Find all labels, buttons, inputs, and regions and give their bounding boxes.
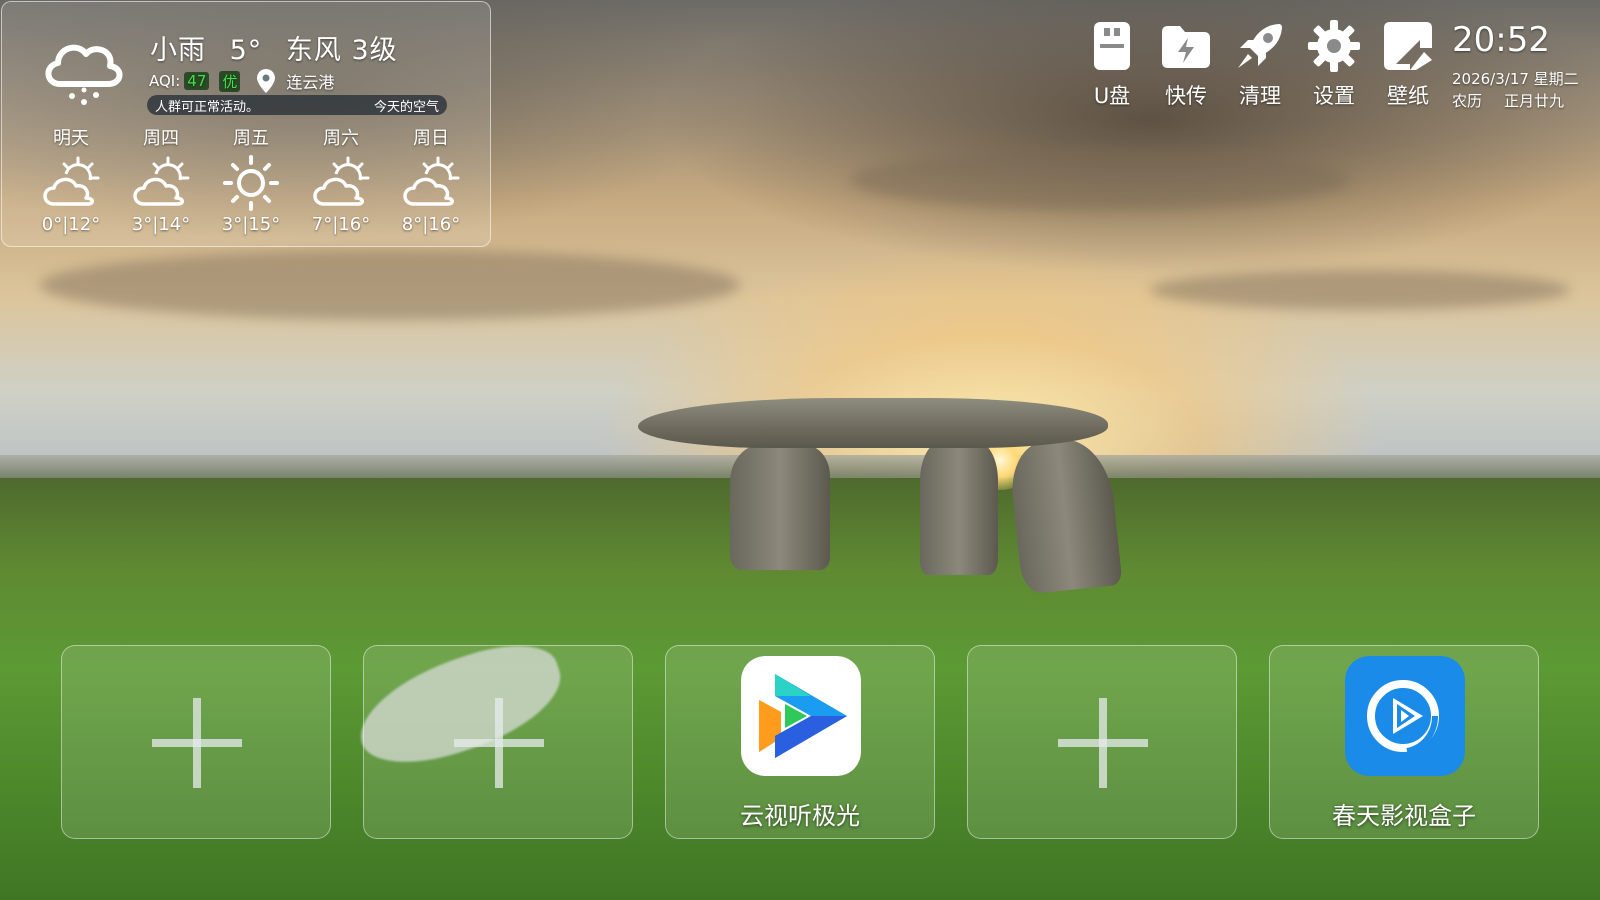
aqi-value: 47: [184, 72, 210, 90]
forecast-temp: 3°|14°: [131, 214, 191, 235]
forecast-temp: 0°|12°: [41, 214, 101, 235]
forecast-day: 周四 3°|14°: [116, 124, 206, 244]
partly-cloudy-icon: [403, 156, 460, 206]
forecast-day-name: 周五: [233, 128, 269, 149]
settings-button[interactable]: 设置: [1298, 18, 1370, 110]
lunar-label: 农历: [1452, 92, 1483, 110]
location-pin-icon: [257, 69, 276, 93]
app-tile-chuntian-video-box[interactable]: 春天影视盒子: [1269, 645, 1539, 839]
usb-drive-button[interactable]: U盘: [1076, 18, 1148, 110]
quick-transfer-icon: [1162, 26, 1210, 68]
partly-cloudy-icon: [43, 156, 100, 206]
weather-widget[interactable]: 小雨 5° 东风 3级 AQI: 47 优 连云港 人群可正常活动。 今天的空气…: [1, 1, 491, 247]
current-weather: 小雨 5° 东风 3级: [150, 28, 412, 67]
add-icon: [454, 698, 544, 788]
rocket-cleanup-icon: [1238, 24, 1282, 68]
clock-time: 20:52: [1452, 20, 1550, 60]
air-advice-text: 人群可正常活动。: [155, 99, 260, 115]
usb-drive-label: U盘: [1093, 84, 1131, 108]
cleanup-label: 清理: [1239, 84, 1281, 108]
forecast-day-name: 周六: [323, 128, 359, 149]
chuntian-video-box-app-icon: [1345, 656, 1465, 776]
partly-cloudy-icon: [313, 156, 370, 206]
date-text: 2026/3/17 星期二: [1452, 70, 1579, 88]
wallpaper-button[interactable]: 壁纸: [1372, 18, 1444, 110]
settings-label: 设置: [1313, 84, 1355, 108]
light-rain-cloud-icon: [45, 44, 123, 105]
aqi-label: AQI:: [149, 72, 181, 90]
forecast-list: 明天 0°|12° 周四 3°|14° 周五 3°|15° 周六 7°|16° …: [26, 124, 476, 244]
app-label: 云视听极光: [740, 802, 860, 830]
cloud: [1150, 270, 1570, 310]
cleanup-button[interactable]: 清理: [1224, 18, 1296, 110]
aqi-level-badge: 优: [219, 70, 241, 92]
air-advice-title: 今天的空气: [373, 99, 439, 115]
quick-transfer-label: 快传: [1165, 84, 1207, 108]
dolmen-capstone: [638, 398, 1108, 448]
app-label: 春天影视盒子: [1332, 802, 1476, 830]
city-name: 连云港: [286, 73, 335, 92]
forecast-day: 周五 3°|15°: [206, 124, 296, 244]
wallpaper-label: 壁纸: [1387, 84, 1429, 108]
weather-condition: 小雨: [150, 35, 206, 66]
current-temperature: 5°: [229, 35, 263, 66]
forecast-day-name: 明天: [53, 128, 89, 149]
add-app-tile[interactable]: [363, 645, 633, 839]
aqi-row: AQI: 47 优 连云港: [149, 68, 334, 94]
add-app-tile[interactable]: [967, 645, 1237, 839]
cloud: [40, 250, 740, 320]
app-tile-yunshiting-jiguang[interactable]: 云视听极光: [665, 645, 935, 839]
add-app-tile[interactable]: [61, 645, 331, 839]
forecast-day-name: 周四: [143, 128, 179, 149]
forecast-day: 周六 7°|16°: [296, 124, 386, 244]
forecast-day: 明天 0°|12°: [26, 124, 116, 244]
yunshiting-jiguang-app-icon: [741, 656, 861, 776]
air-quality-advice-bar: 人群可正常活动。 今天的空气: [147, 95, 447, 115]
quick-transfer-button[interactable]: 快传: [1150, 18, 1222, 110]
partly-cloudy-icon: [133, 156, 190, 206]
dolmen-stone: [730, 445, 830, 570]
wind-info: 东风 3级: [285, 35, 398, 66]
forecast-day: 周日 8°|16°: [386, 124, 476, 244]
wallpaper-icon: [1384, 22, 1432, 70]
usb-drive-icon: [1094, 22, 1130, 70]
forecast-temp: 8°|16°: [401, 214, 461, 235]
forecast-day-name: 周日: [413, 128, 449, 149]
lunar-date: 农历 正月廿九: [1452, 90, 1564, 111]
forecast-temp: 3°|15°: [221, 214, 281, 235]
lunar-date-text: 正月廿九: [1504, 92, 1565, 110]
gear-icon: [1308, 20, 1360, 72]
forecast-temp: 7°|16°: [311, 214, 371, 235]
sunny-icon: [223, 155, 279, 211]
add-icon: [1058, 698, 1148, 788]
dolmen-stone: [920, 440, 998, 575]
cloud: [850, 150, 1350, 210]
add-icon: [152, 698, 242, 788]
